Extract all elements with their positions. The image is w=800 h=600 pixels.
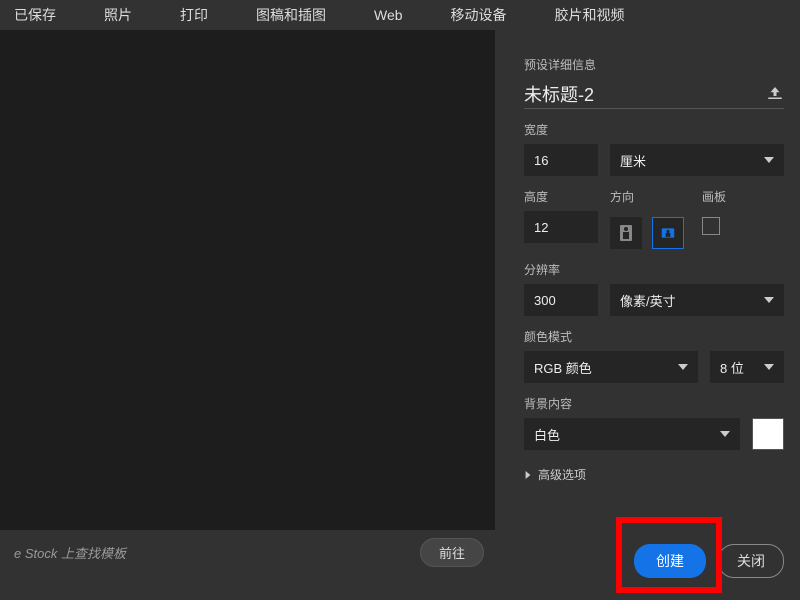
- bit-depth-value: 8 位: [720, 358, 744, 377]
- chevron-down-icon: [764, 155, 774, 165]
- category-tabs: 已保存 照片 打印 图稿和插图 Web 移动设备 胶片和视频: [0, 0, 800, 30]
- height-label: 高度: [524, 188, 598, 205]
- color-mode-label: 颜色模式: [524, 328, 784, 345]
- color-mode-select[interactable]: RGB 颜色: [524, 351, 698, 383]
- preset-details-heading: 预设详细信息: [524, 56, 784, 73]
- stock-search-bar[interactable]: e Stock 上查找模板 前往: [0, 534, 490, 570]
- tab-saved[interactable]: 已保存: [10, 3, 60, 27]
- tab-film-video[interactable]: 胶片和视频: [551, 3, 629, 27]
- chevron-down-icon: [720, 429, 730, 439]
- width-input[interactable]: [524, 144, 598, 176]
- artboard-checkbox[interactable]: [702, 217, 720, 235]
- tab-print[interactable]: 打印: [176, 3, 212, 27]
- tab-photo[interactable]: 照片: [100, 3, 136, 27]
- bit-depth-select[interactable]: 8 位: [710, 351, 784, 383]
- height-input[interactable]: [524, 211, 598, 243]
- background-label: 背景内容: [524, 395, 784, 412]
- width-unit-value: 厘米: [620, 151, 646, 170]
- chevron-right-icon: [524, 471, 532, 479]
- close-button[interactable]: 关闭: [718, 544, 784, 578]
- tab-web[interactable]: Web: [370, 5, 407, 25]
- create-button[interactable]: 创建: [634, 544, 706, 578]
- save-preset-icon[interactable]: [766, 87, 784, 101]
- preset-preview-area: [0, 30, 495, 530]
- tab-mobile[interactable]: 移动设备: [447, 3, 511, 27]
- resolution-input[interactable]: [524, 284, 598, 316]
- orientation-label: 方向: [610, 188, 684, 205]
- background-select[interactable]: 白色: [524, 418, 740, 450]
- stock-go-button[interactable]: 前往: [420, 538, 484, 567]
- color-mode-value: RGB 颜色: [534, 358, 592, 377]
- resolution-unit-value: 像素/英寸: [620, 291, 676, 310]
- advanced-options-label: 高级选项: [538, 466, 586, 483]
- width-unit-select[interactable]: 厘米: [610, 144, 784, 176]
- advanced-options-toggle[interactable]: 高级选项: [524, 466, 784, 483]
- preset-details-panel: 预设详细信息 宽度 厘米 高度 方向: [504, 30, 800, 600]
- resolution-label: 分辨率: [524, 261, 784, 278]
- document-title-input[interactable]: [524, 79, 766, 108]
- chevron-down-icon: [678, 362, 688, 372]
- dialog-footer: 创建 关闭: [634, 544, 784, 578]
- background-color-swatch[interactable]: [752, 418, 784, 450]
- background-value: 白色: [534, 425, 560, 444]
- resolution-unit-select[interactable]: 像素/英寸: [610, 284, 784, 316]
- artboard-label: 画板: [702, 188, 726, 205]
- tab-art-illustration[interactable]: 图稿和插图: [252, 3, 330, 27]
- stock-placeholder: e Stock 上查找模板: [14, 543, 126, 562]
- chevron-down-icon: [764, 295, 774, 305]
- orientation-portrait-button[interactable]: [610, 217, 642, 249]
- chevron-down-icon: [764, 362, 774, 372]
- width-label: 宽度: [524, 121, 784, 138]
- orientation-landscape-button[interactable]: [652, 217, 684, 249]
